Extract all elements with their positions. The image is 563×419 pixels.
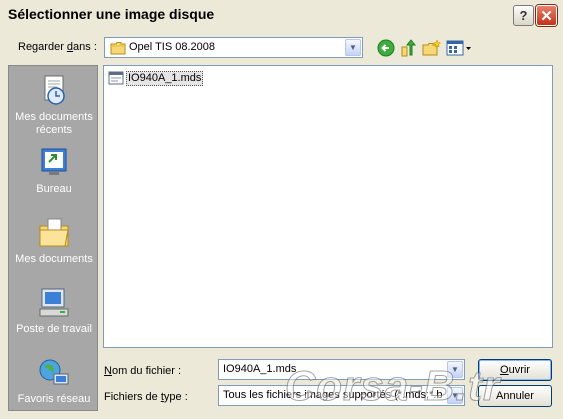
file-type-label: Fichiers de type : <box>104 391 188 403</box>
place-my-computer[interactable]: Poste de travail <box>9 286 99 336</box>
network-places-icon <box>39 359 69 385</box>
place-network-places[interactable]: Favoris réseau <box>9 356 99 406</box>
place-label: Poste de travail <box>16 323 92 335</box>
views-menu-icon[interactable] <box>446 38 472 58</box>
up-folder-icon[interactable] <box>399 38 419 58</box>
chevron-down-icon[interactable]: ▼ <box>447 361 463 378</box>
my-computer-icon <box>39 288 69 317</box>
places-bar: Mes documents récents Bureau Mes documen… <box>8 65 98 411</box>
place-label: Bureau <box>36 183 72 195</box>
chevron-down-icon[interactable]: ▼ <box>345 39 361 56</box>
file-name: IO940A_1.mds <box>126 70 204 86</box>
place-label: Mes documents <box>15 253 93 265</box>
dialog-title: Sélectionner une image disque <box>8 6 215 22</box>
help-icon: ? <box>519 8 528 23</box>
open-button[interactable]: Ouvrir <box>478 359 552 381</box>
back-icon[interactable] <box>376 38 396 58</box>
place-label: Mes documents récents <box>15 111 93 136</box>
file-name-input[interactable]: IO940A_1.mds ▼ <box>218 359 465 380</box>
file-name-label: Nom du fichier : <box>104 365 182 377</box>
place-recent-documents[interactable]: Mes documents récents <box>9 74 99 137</box>
close-icon: ✕ <box>540 7 553 25</box>
file-item[interactable]: IO940A_1.mds <box>108 70 204 86</box>
file-list[interactable]: IO940A_1.mds <box>103 65 553 348</box>
help-button[interactable]: ? <box>513 5 534 26</box>
disk-image-icon <box>108 71 124 85</box>
desktop-icon <box>41 148 67 175</box>
place-label: Favoris réseau <box>17 393 91 405</box>
file-name-value: IO940A_1.mds <box>223 363 297 375</box>
folder-icon <box>110 42 126 55</box>
place-desktop[interactable]: Bureau <box>9 146 99 196</box>
my-documents-icon <box>39 218 69 247</box>
place-my-documents[interactable]: Mes documents <box>9 216 99 266</box>
look-in-combo[interactable]: Opel TIS 08.2008 ▼ <box>104 37 363 58</box>
open-image-dialog: Sélectionner une image disque ? ✕ Regard… <box>0 0 563 419</box>
file-type-value: Tous les fichiers images supportés (*.md… <box>223 389 443 401</box>
chevron-down-icon[interactable]: ▼ <box>447 387 463 404</box>
recent-documents-icon <box>44 75 65 105</box>
close-button[interactable]: ✕ <box>536 5 557 26</box>
look-in-label: Regarder dans : <box>18 41 97 53</box>
new-folder-icon[interactable] <box>422 38 442 58</box>
file-type-select[interactable]: Tous les fichiers images supportés (*.md… <box>218 385 465 406</box>
look-in-value: Opel TIS 08.2008 <box>129 41 216 53</box>
cancel-button[interactable]: Annuler <box>478 385 552 407</box>
